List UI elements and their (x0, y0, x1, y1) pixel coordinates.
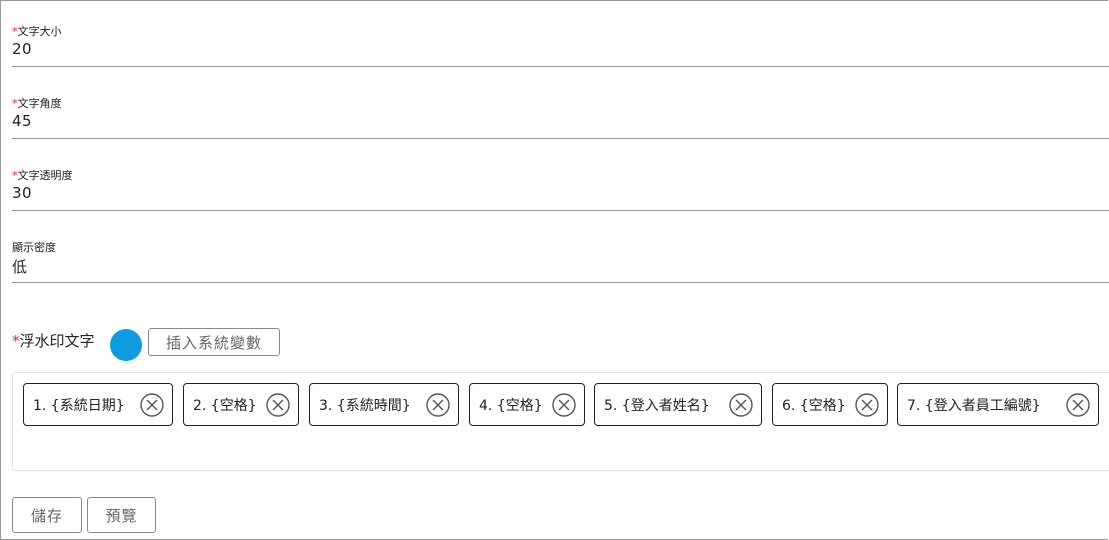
circle-x-icon[interactable] (1066, 393, 1090, 417)
font-size-value[interactable]: 20 (12, 40, 32, 58)
text-angle-value[interactable]: 45 (12, 112, 32, 130)
info-dot-icon[interactable] (110, 329, 142, 361)
tag-label: 4. {空格} (479, 397, 543, 414)
display-density-value[interactable]: 低 (12, 256, 28, 277)
font-size-label: *文字大小 (12, 25, 62, 38)
tag-login-employee-id[interactable]: 7. {登入者員工編號} (897, 383, 1099, 426)
tag-label: 2. {空格} (193, 397, 257, 414)
save-button[interactable]: 儲存 (12, 497, 82, 533)
font-size-field[interactable]: *文字大小 20 (12, 18, 1109, 67)
tag-label: 6. {空格} (782, 397, 846, 414)
text-opacity-value[interactable]: 30 (12, 184, 32, 202)
circle-x-icon[interactable] (140, 393, 164, 417)
circle-x-icon[interactable] (426, 393, 450, 417)
tag-login-user-name[interactable]: 5. {登入者姓名} (594, 383, 762, 426)
tag-space-1[interactable]: 2. {空格} (183, 383, 299, 426)
tag-space-2[interactable]: 4. {空格} (469, 383, 585, 426)
tag-label: 5. {登入者姓名} (604, 397, 710, 414)
text-angle-field[interactable]: *文字角度 45 (12, 90, 1109, 139)
watermark-text-label: *浮水印文字 (12, 332, 95, 350)
circle-x-icon[interactable] (855, 393, 879, 417)
text-opacity-label: *文字透明度 (12, 169, 73, 182)
insert-system-variable-button[interactable]: 插入系統變數 (148, 328, 280, 356)
circle-x-icon[interactable] (266, 393, 290, 417)
required-mark: * (12, 332, 20, 350)
tag-system-date[interactable]: 1. {系統日期} (23, 383, 173, 426)
circle-x-icon[interactable] (729, 393, 753, 417)
tag-label: 7. {登入者員工編號} (907, 397, 1041, 414)
text-angle-label: *文字角度 (12, 97, 62, 110)
tag-system-time[interactable]: 3. {系統時間} (309, 383, 459, 426)
text-opacity-field[interactable]: *文字透明度 30 (12, 162, 1109, 211)
tag-space-3[interactable]: 6. {空格} (772, 383, 888, 426)
tag-label: 1. {系統日期} (33, 397, 125, 414)
preview-button[interactable]: 預覽 (87, 497, 156, 533)
display-density-field[interactable]: 顯示密度 低 (12, 234, 1109, 283)
circle-x-icon[interactable] (552, 393, 576, 417)
display-density-label: 顯示密度 (12, 241, 56, 254)
tag-label: 3. {系統時間} (319, 397, 411, 414)
